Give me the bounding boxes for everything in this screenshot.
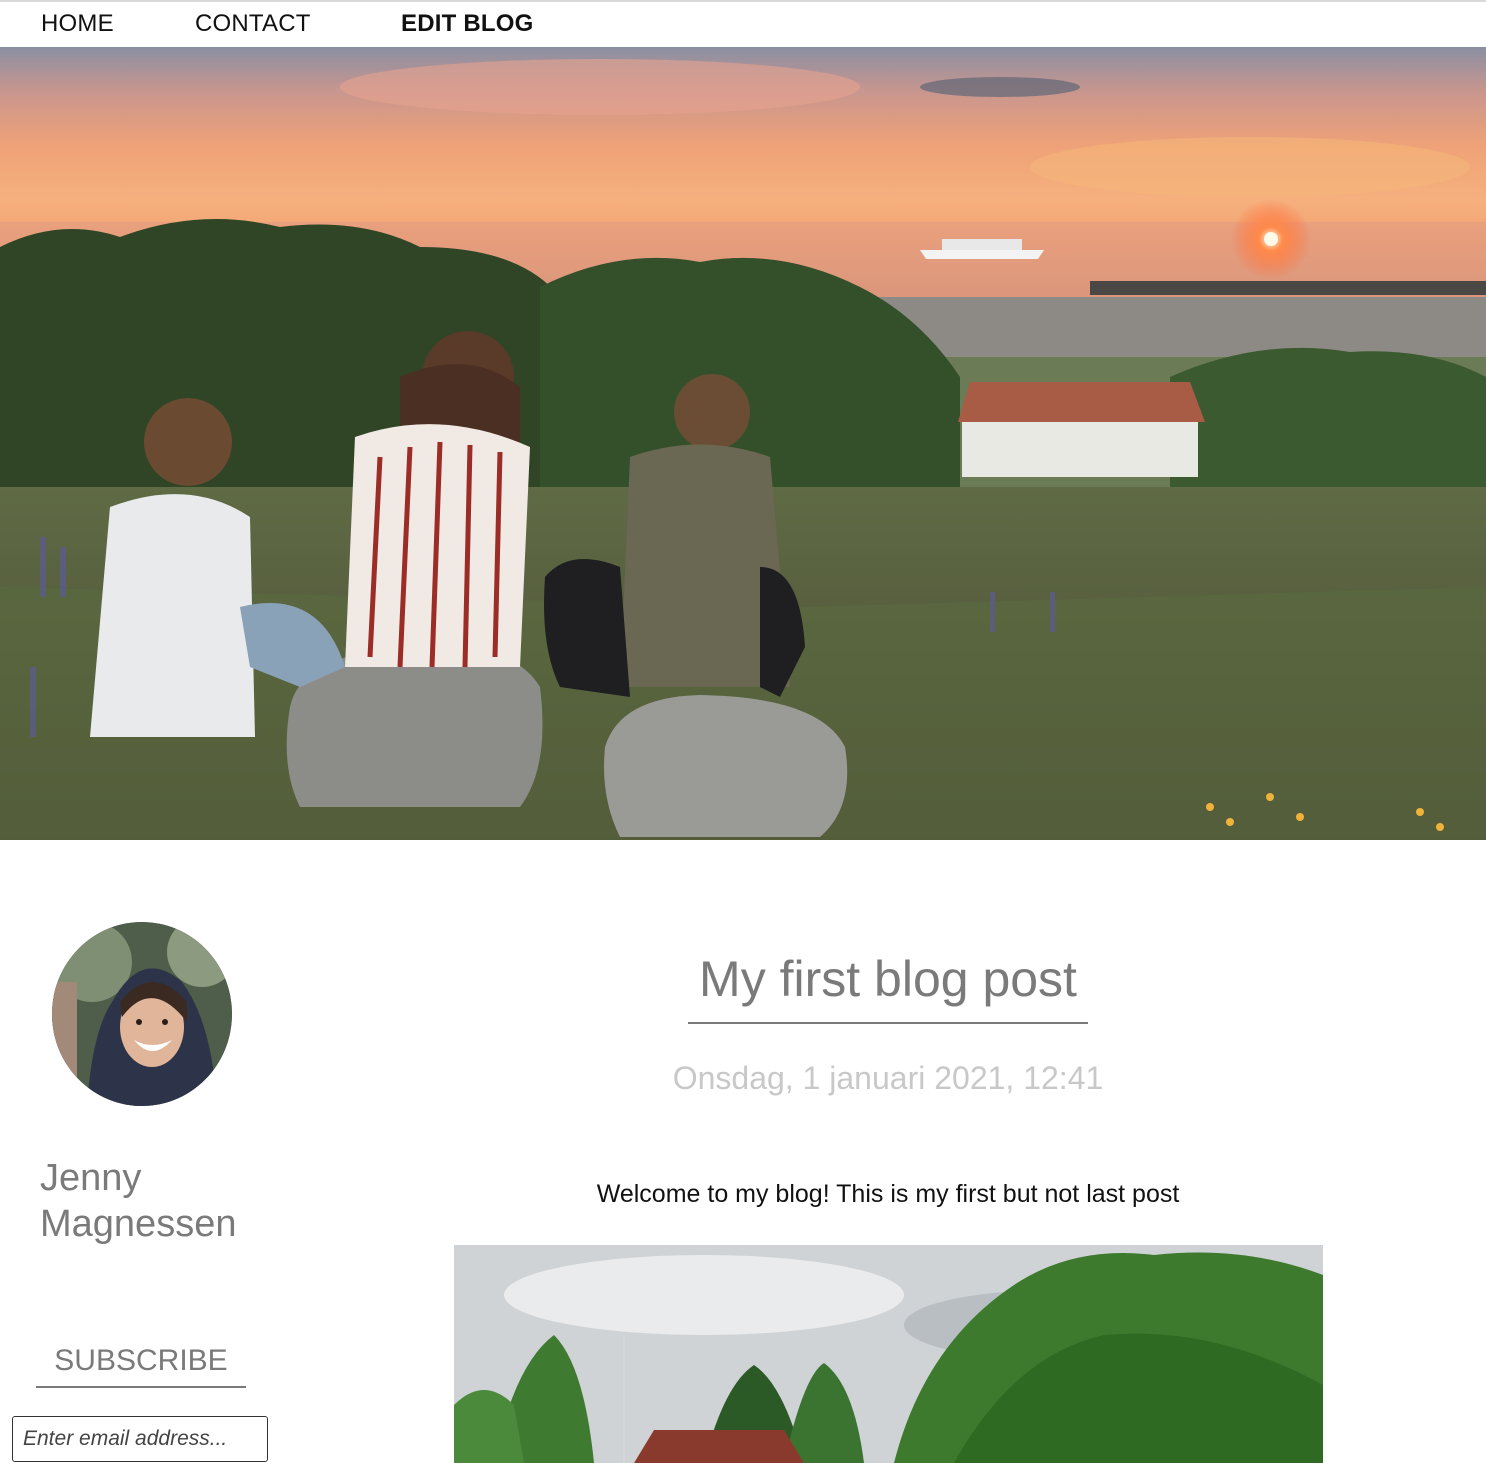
post-image bbox=[454, 1245, 1323, 1463]
nav-contact-link[interactable]: CONTACT bbox=[195, 10, 311, 38]
nav-edit-blog-link[interactable]: EDIT BLOG bbox=[401, 10, 533, 38]
author-last-name: Magnessen bbox=[40, 1203, 237, 1245]
post-body: Welcome to my blog! This is my first but… bbox=[596, 1180, 1180, 1208]
post-date: Onsdag, 1 januari 2021, 12:41 bbox=[672, 1060, 1104, 1096]
author-avatar bbox=[52, 922, 232, 1106]
author-name: Jenny Magnessen bbox=[40, 1155, 300, 1247]
author-first-name: Jenny bbox=[40, 1157, 142, 1199]
top-nav: HOME CONTACT EDIT BLOG bbox=[0, 2, 1486, 47]
hero-image bbox=[0, 47, 1486, 840]
nav-home-link[interactable]: HOME bbox=[41, 10, 114, 38]
post-title: My first blog post bbox=[688, 950, 1088, 1024]
email-input[interactable] bbox=[12, 1416, 268, 1462]
subscribe-heading: SUBSCRIBE bbox=[36, 1344, 246, 1388]
